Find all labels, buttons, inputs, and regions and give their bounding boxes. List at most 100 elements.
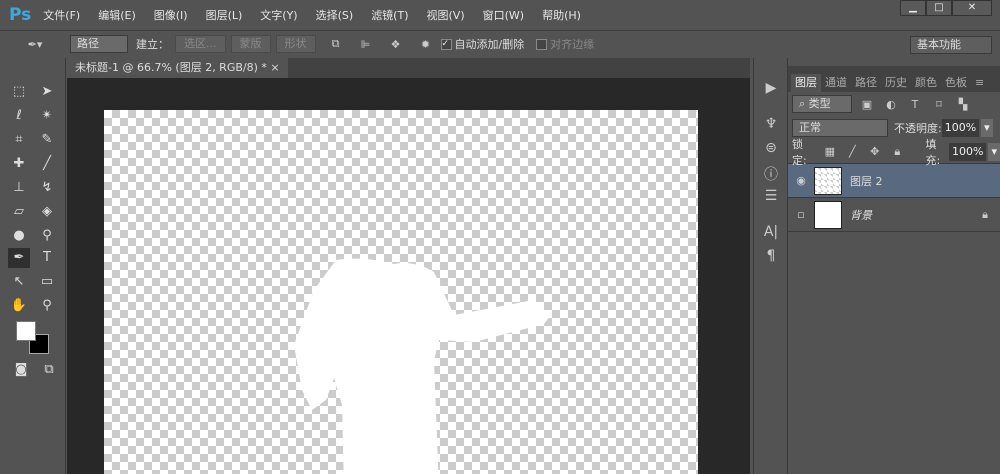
lock-label: 锁定: <box>792 137 807 167</box>
brush-tool-icon[interactable]: ╱ <box>36 154 58 174</box>
opacity-input[interactable]: 100% <box>941 119 980 137</box>
path-alignment-icon[interactable]: ⊫ <box>357 38 375 51</box>
path-selection-icon[interactable]: ↖ <box>8 272 30 292</box>
lock-transparency-icon[interactable]: ▦ <box>822 145 838 158</box>
pen-tool-icon[interactable]: ✒▾ <box>26 38 44 51</box>
eraser-icon[interactable]: ▱ <box>8 202 30 222</box>
zoom-tool-icon[interactable]: ⚲ <box>36 296 58 316</box>
path-operations-icon[interactable]: ⧉ <box>327 37 345 51</box>
menu-file[interactable]: 文件(F) <box>43 7 80 23</box>
paint-bucket-icon[interactable]: ◈ <box>36 202 58 222</box>
move-tool-icon[interactable]: ➤ <box>36 82 58 102</box>
layer-filter-label: 类型 <box>808 97 831 110</box>
pen-tool-icon[interactable]: ✒ <box>8 248 30 268</box>
auto-add-checkbox[interactable]: ✓ <box>440 38 452 50</box>
menu-bar: Ps 文件(F) 编辑(E) 图像(I) 图层(L) 文字(Y) 选择(S) 滤… <box>0 0 1000 30</box>
blur-tool-icon[interactable]: ● <box>8 226 30 246</box>
paragraph-icon[interactable]: ¶ <box>761 248 781 264</box>
auto-add-label: 自动添加/删除 <box>454 38 525 51</box>
tools-panel: ⬚ ➤ ℓ ✴ ⌗ ✎ ✚ ╱ ⊥ ↯ ▱ ◈ ● ⚲ ✒ T ↖ ▭ ✋ ⚲ … <box>0 58 66 474</box>
play-actions-icon[interactable]: ▶ <box>761 80 781 96</box>
panel-menu-icon[interactable]: ≡ <box>971 74 988 92</box>
maximize-button[interactable]: □ <box>926 0 952 16</box>
type-filter-icon[interactable]: T <box>906 98 924 111</box>
foreground-color-swatch[interactable] <box>16 321 36 341</box>
opacity-dropdown-icon[interactable]: ▾ <box>981 119 993 137</box>
type-tool-icon[interactable]: T <box>36 248 58 268</box>
crop-tool-icon[interactable]: ⌗ <box>8 130 30 150</box>
lock-pixels-icon[interactable]: ╱ <box>844 145 860 158</box>
mask-button[interactable]: 蒙版 <box>230 35 271 53</box>
menu-select[interactable]: 选择(S) <box>316 7 354 23</box>
shape-filter-icon[interactable]: ⌑ <box>930 98 948 111</box>
adjustments-icon[interactable]: ☰ <box>761 188 781 204</box>
clone-source-icon[interactable]: ⊜ <box>761 140 781 156</box>
minimize-button[interactable]: ▁ <box>900 0 926 16</box>
align-edges-label: 对齐边缘 <box>550 38 595 51</box>
marquee-tool-icon[interactable]: ⬚ <box>8 82 30 102</box>
menu-view[interactable]: 视图(V) <box>427 7 465 23</box>
align-edges-checkbox[interactable] <box>536 38 548 50</box>
photoshop-logo: Ps <box>9 5 32 25</box>
close-button[interactable]: ✕ <box>952 0 992 16</box>
hand-tool-icon[interactable]: ✋ <box>8 296 30 316</box>
dodge-tool-icon[interactable]: ⚲ <box>36 226 58 246</box>
menu-filter[interactable]: 滤镜(T) <box>371 7 408 23</box>
blend-mode-select[interactable]: 正常 <box>792 119 888 137</box>
selection-button[interactable]: 选区... <box>175 35 226 53</box>
tab-paths[interactable]: 路径 <box>851 74 881 92</box>
healing-brush-icon[interactable]: ✚ <box>8 154 30 174</box>
eyedropper-icon[interactable]: ✎ <box>36 130 58 150</box>
screen-mode-icon[interactable]: ⧉ <box>38 360 60 380</box>
visibility-toggle-empty[interactable]: ▫ <box>788 208 814 221</box>
tab-history[interactable]: 历史 <box>881 74 911 92</box>
shape-button[interactable]: 形状 <box>275 35 316 53</box>
mode-select[interactable]: 路径 <box>70 35 128 53</box>
fill-label: 填充: <box>925 137 941 167</box>
menu-edit[interactable]: 编辑(E) <box>98 7 136 23</box>
document-tab-title: 未标题-1 @ 66.7% (图层 2, RGB/8) * <box>75 61 267 74</box>
clone-stamp-icon[interactable]: ⊥ <box>8 178 30 198</box>
layer-name[interactable]: 背景 <box>850 207 982 223</box>
close-tab-icon[interactable]: × <box>270 61 279 74</box>
opacity-label: 不透明度: <box>894 122 942 135</box>
menu-window[interactable]: 窗口(W) <box>483 7 524 23</box>
lock-all-icon[interactable]: 🔒︎ <box>889 145 905 159</box>
menu-type[interactable]: 文字(Y) <box>260 7 297 23</box>
lock-icon: 🔒︎ <box>982 207 988 221</box>
tab-channels[interactable]: 通道 <box>821 74 851 92</box>
smart-object-filter-icon[interactable]: ▚ <box>954 98 972 111</box>
brush-presets-icon[interactable]: ♆ <box>761 116 781 132</box>
adjustment-filter-icon[interactable]: ◐ <box>882 98 900 111</box>
document-tab[interactable]: 未标题-1 @ 66.7% (图层 2, RGB/8) * × <box>67 58 288 78</box>
layer-filter-select[interactable]: ⌕ 类型 <box>792 95 852 113</box>
layer-name[interactable]: 图层 2 <box>850 173 883 189</box>
fill-input[interactable]: 100% <box>949 142 987 161</box>
menu-image[interactable]: 图像(I) <box>154 7 188 23</box>
menu-layer[interactable]: 图层(L) <box>206 7 243 23</box>
lasso-tool-icon[interactable]: ℓ <box>8 106 30 126</box>
quick-mask-icon[interactable]: ◙ <box>10 360 32 380</box>
path-arrangement-icon[interactable]: ❖ <box>387 38 405 51</box>
layer-row[interactable]: ▫ 背景 🔒︎ <box>788 198 1000 232</box>
tab-layers[interactable]: 图层 <box>791 74 821 92</box>
canvas-area[interactable] <box>67 78 750 474</box>
lock-position-icon[interactable]: ✥ <box>867 145 883 158</box>
history-brush-icon[interactable]: ↯ <box>36 178 58 198</box>
info-icon[interactable]: ⓘ <box>761 164 781 184</box>
visibility-eye-icon[interactable]: ◉ <box>788 174 814 187</box>
menu-help[interactable]: 帮助(H) <box>542 7 581 23</box>
character-icon[interactable]: A| <box>761 224 781 240</box>
tab-swatches[interactable]: 色板 <box>941 74 971 92</box>
layer-row[interactable]: ◉ 图层 2 <box>788 164 1000 198</box>
fill-dropdown-icon[interactable]: ▾ <box>988 142 1000 161</box>
rectangle-tool-icon[interactable]: ▭ <box>36 272 58 292</box>
gear-icon[interactable]: ✹ <box>417 38 435 51</box>
silhouette-figure <box>294 258 550 474</box>
document-canvas[interactable] <box>104 110 698 474</box>
tab-color[interactable]: 颜色 <box>911 74 941 92</box>
magic-wand-icon[interactable]: ✴ <box>36 106 58 126</box>
build-label: 建立： <box>136 38 169 51</box>
workspace-select[interactable]: 基本功能 <box>910 36 992 54</box>
image-filter-icon[interactable]: ▣ <box>858 98 876 111</box>
